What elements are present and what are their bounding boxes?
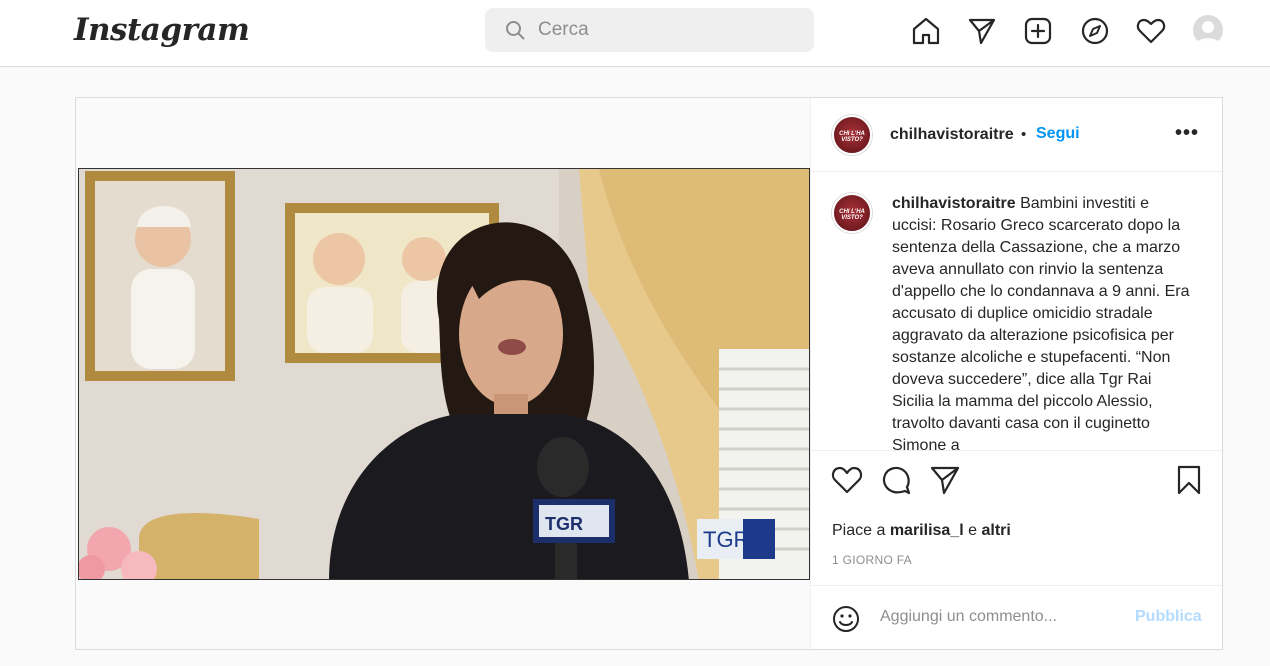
post-actions — [811, 464, 1222, 504]
mic-logo-text: TGR — [545, 514, 583, 534]
publish-button[interactable]: Pubblica — [1135, 608, 1202, 626]
post-video[interactable]: TGR TGR — [78, 168, 810, 580]
post-side-panel: CHI L'HA VISTO? chilhavistoraitre • Segu… — [811, 98, 1222, 649]
post-timestamp[interactable]: 1 GIORNO FA — [832, 553, 912, 567]
comment-icon[interactable] — [880, 464, 912, 496]
search-icon — [506, 21, 525, 40]
home-icon[interactable] — [911, 16, 941, 46]
default-avatar-icon — [1196, 21, 1220, 45]
separator-dot: • — [1021, 126, 1027, 143]
new-post-icon[interactable] — [1023, 16, 1053, 46]
share-icon[interactable] — [929, 464, 961, 496]
search-box[interactable]: Cerca — [485, 8, 814, 52]
post-caption: chilhavistoraitre Bambini investiti e uc… — [892, 193, 1192, 451]
author-avatar[interactable]: CHI L'HA VISTO? — [832, 115, 872, 155]
post-card: TGR TGR CHI L'HA VISTO? chilhavistoraitr… — [75, 97, 1223, 650]
likes-others-link[interactable]: altri — [981, 522, 1010, 539]
follow-button[interactable]: Segui — [1036, 125, 1080, 143]
comment-input[interactable]: Aggiungi un commento... — [880, 608, 1057, 626]
post-media-area: TGR TGR — [76, 98, 811, 649]
likes-connector: e — [968, 522, 978, 539]
likes-prefix: Piace a — [832, 522, 886, 539]
profile-avatar[interactable] — [1193, 15, 1223, 45]
tgr-watermark-text: TGR — [703, 527, 749, 552]
like-heart-icon[interactable] — [831, 464, 863, 496]
emoji-icon[interactable] — [831, 604, 861, 634]
caption-author-avatar[interactable]: CHI L'HA VISTO? — [832, 193, 872, 233]
author-username[interactable]: chilhavistoraitre — [890, 126, 1014, 144]
direct-message-icon[interactable] — [967, 16, 997, 46]
caption-text: Bambini investiti e uccisi: Rosario Grec… — [892, 195, 1190, 451]
video-frame-illustration: TGR TGR — [79, 169, 809, 579]
explore-icon[interactable] — [1080, 16, 1110, 46]
activity-heart-icon[interactable] — [1136, 16, 1166, 46]
post-header: CHI L'HA VISTO? chilhavistoraitre • Segu… — [811, 98, 1222, 172]
more-options-button[interactable]: ••• — [1175, 122, 1199, 145]
add-comment-row: Aggiungi un commento... Pubblica — [811, 585, 1222, 649]
author-avatar-text: CHI L'HA VISTO? — [839, 131, 865, 143]
search-placeholder: Cerca — [538, 19, 589, 40]
caption-area: CHI L'HA VISTO? chilhavistoraitre Bambin… — [811, 173, 1222, 451]
instagram-logo[interactable]: Instagram — [74, 12, 250, 48]
caption-username[interactable]: chilhavistoraitre — [892, 195, 1016, 212]
likes-user-link[interactable]: marilisa_l — [890, 522, 964, 539]
likes-summary: Piace a marilisa_l e altri — [832, 522, 1011, 540]
save-bookmark-icon[interactable] — [1173, 464, 1205, 496]
caption-avatar-text: CHI L'HA VISTO? — [839, 209, 865, 221]
top-navigation-bar: Instagram Cerca — [0, 0, 1270, 67]
